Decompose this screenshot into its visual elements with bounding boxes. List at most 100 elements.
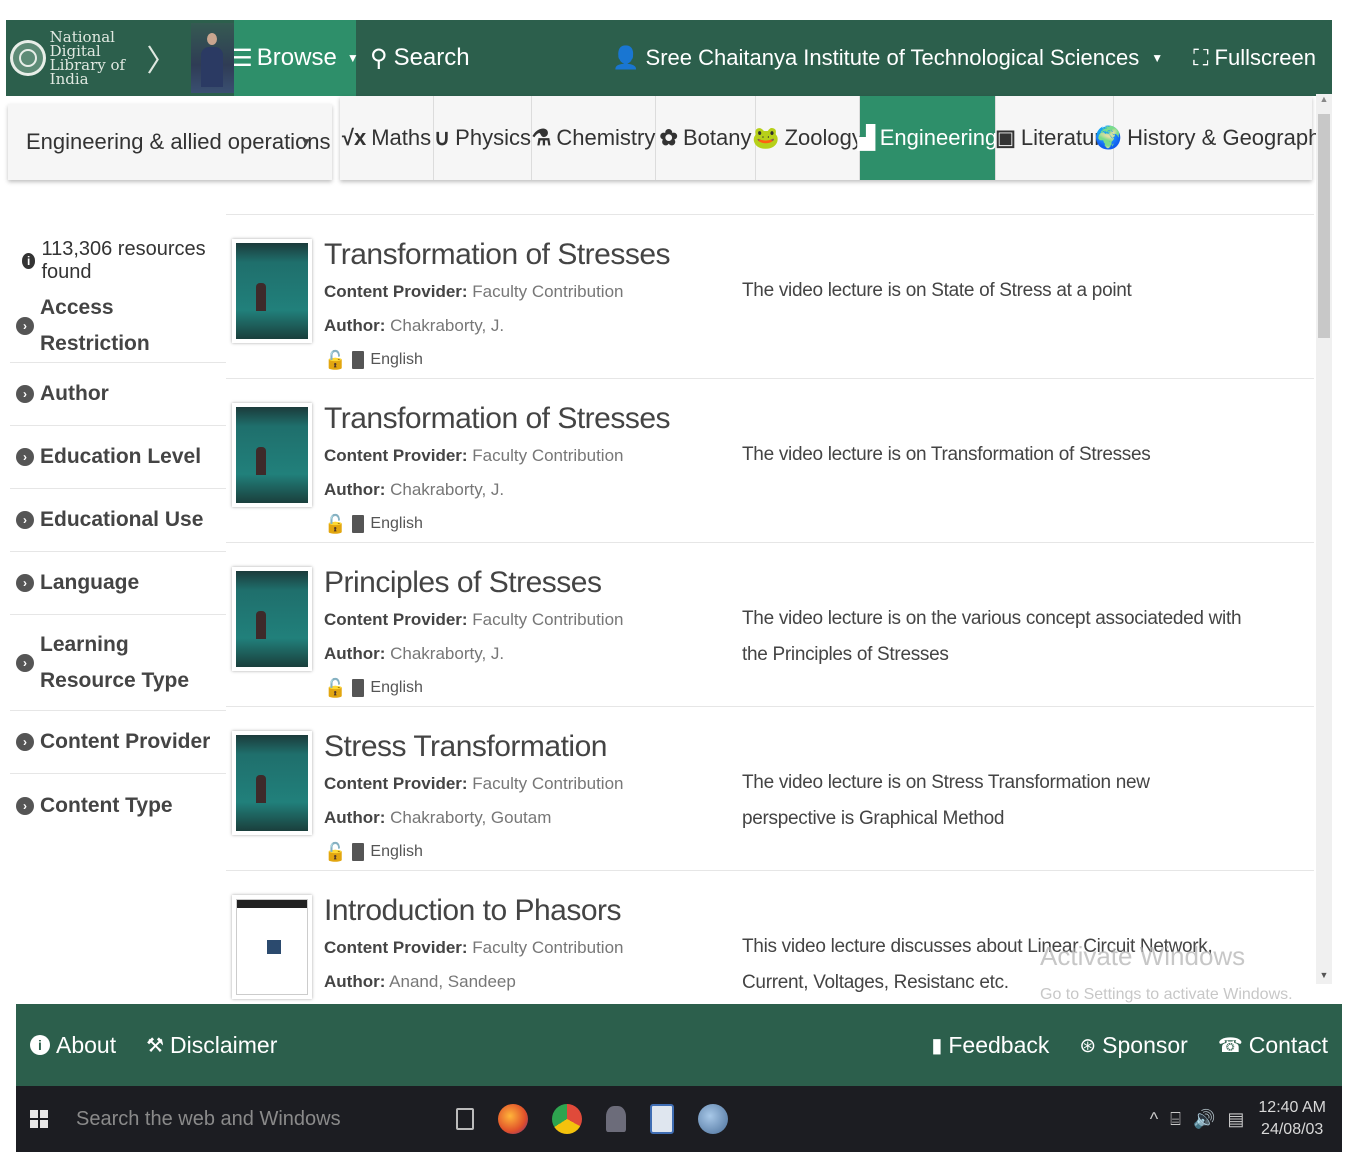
chevron-up-icon[interactable]: ^ xyxy=(1150,1109,1158,1130)
paint-icon[interactable] xyxy=(606,1106,626,1132)
author-value: Chakraborty, J. xyxy=(390,316,505,335)
comment-icon: ▮ xyxy=(931,1034,943,1057)
video-thumbnail[interactable] xyxy=(232,731,312,835)
file-icon xyxy=(352,679,365,697)
result-author: Author: Anand, Sandeep xyxy=(324,965,724,999)
filter-content-type[interactable]: › Content Type xyxy=(10,774,226,837)
result-language: 🔓 English xyxy=(324,835,724,869)
tab-label: Botany xyxy=(682,125,752,150)
caret-down-icon: ▼ xyxy=(1151,51,1164,65)
document-thumbnail[interactable] xyxy=(232,895,312,999)
result-card: Transformation of Stresses Content Provi… xyxy=(226,215,1314,379)
file-icon xyxy=(352,351,365,369)
sponsor-label: Sponsor xyxy=(1102,1031,1188,1058)
tab-botany[interactable]: ✿ Botany xyxy=(656,96,756,180)
unlock-icon: 🔓 xyxy=(324,677,347,698)
fullscreen-button[interactable]: ⛶ Fullscreen xyxy=(1193,45,1332,71)
filter-label: Educational Use xyxy=(40,508,204,531)
result-title-link[interactable]: Stress Transformation xyxy=(324,727,724,767)
scroll-down-arrow-icon[interactable]: ▼ xyxy=(1316,970,1332,984)
filter-language[interactable]: › Language xyxy=(10,552,226,615)
result-title-link[interactable]: Transformation of Stresses xyxy=(324,235,724,275)
fullscreen-icon: ⛶ xyxy=(1193,45,1209,70)
chevron-right-icon: › xyxy=(16,733,34,751)
results-list: Transformation of Stresses Content Provi… xyxy=(226,214,1314,1002)
network-icon[interactable]: ⌸ xyxy=(1170,1109,1181,1130)
scroll-up-arrow-icon[interactable]: ▲ xyxy=(1316,94,1332,108)
chevron-right-icon: 〉 xyxy=(146,45,177,78)
language-value: English xyxy=(370,515,423,532)
contact-link[interactable]: ☎ Contact xyxy=(1218,1032,1328,1059)
user-icon: 👤 xyxy=(612,45,640,70)
result-title-link[interactable]: Transformation of Stresses xyxy=(324,399,724,439)
institution-menu[interactable]: 👤 Sree Chaitanya Institute of Technologi… xyxy=(612,45,1193,71)
filter-content-provider[interactable]: › Content Provider xyxy=(10,711,226,774)
tab-label: Physics xyxy=(455,125,531,150)
result-author: Author: Chakraborty, J. xyxy=(324,309,724,343)
tab-chemistry[interactable]: ⚗ Chemistry xyxy=(532,96,656,180)
provider-label: Content Provider: xyxy=(324,610,468,629)
filter-label: Access Restriction xyxy=(40,296,150,355)
tab-zoology[interactable]: 🐸 Zoology xyxy=(752,96,863,180)
author-label: Author: xyxy=(324,972,386,991)
media-player-icon[interactable] xyxy=(698,1104,728,1134)
firefox-icon[interactable] xyxy=(498,1104,528,1134)
browse-button[interactable]: ☰ Browse ▼ xyxy=(231,20,359,96)
sponsor-link[interactable]: ⊛ Sponsor xyxy=(1079,1032,1187,1059)
search-button[interactable]: ⚲ Search xyxy=(356,20,484,96)
results-scrollbar[interactable]: ▲ ▼ xyxy=(1316,94,1332,984)
filter-educational-use[interactable]: › Educational Use xyxy=(10,489,226,552)
ndli-logo[interactable]: National Digital Library of India 〉 xyxy=(6,20,234,96)
video-thumbnail[interactable] xyxy=(232,403,312,507)
chevron-right-icon: › xyxy=(16,448,34,466)
tab-label: Chemistry xyxy=(556,125,656,150)
provider-label: Content Provider: xyxy=(324,282,468,301)
subject-select[interactable]: Engineering & allied operations ▼ xyxy=(8,104,332,180)
logo-person-image xyxy=(190,23,234,93)
unlock-icon: 🔓 xyxy=(324,513,347,534)
feedback-link[interactable]: ▮ Feedback xyxy=(931,1032,1049,1059)
taskbar-search-input[interactable]: Search the web and Windows xyxy=(76,1108,416,1131)
chrome-icon[interactable] xyxy=(552,1104,582,1134)
provider-label: Content Provider: xyxy=(324,774,468,793)
author-label: Author: xyxy=(324,808,386,827)
tab-physics[interactable]: ∪ Physics xyxy=(434,96,532,180)
filter-education-level[interactable]: › Education Level xyxy=(10,426,226,489)
file-icon xyxy=(352,515,365,533)
filter-author[interactable]: › Author xyxy=(10,363,226,426)
flask-icon: ⚗ xyxy=(531,125,552,150)
task-view-icon[interactable] xyxy=(456,1108,474,1130)
unlock-icon: 🔓 xyxy=(324,841,347,862)
video-thumbnail[interactable] xyxy=(232,567,312,671)
tab-history-geography[interactable]: 🌍 History & Geography xyxy=(1095,96,1332,180)
notification-icon[interactable]: ▤ xyxy=(1227,1109,1244,1130)
disclaimer-link[interactable]: ⚒ Disclaimer xyxy=(146,1032,277,1059)
windows-start-icon[interactable] xyxy=(30,1110,48,1128)
globe-icon: 🌍 xyxy=(1094,125,1123,150)
result-title-link[interactable]: Introduction to Phasors xyxy=(324,891,724,931)
result-language: 🔓 English xyxy=(324,507,724,541)
document-app-icon[interactable] xyxy=(650,1104,674,1134)
about-link[interactable]: i About xyxy=(30,1032,116,1059)
filter-learning-resource-type[interactable]: › Learning Resource Type xyxy=(10,615,226,711)
tab-engineering[interactable]: ▟ Engineering xyxy=(858,96,997,180)
author-value: Chakraborty, J. xyxy=(390,480,505,499)
provider-value: Faculty Contribution xyxy=(472,774,624,793)
provider-label: Content Provider: xyxy=(324,446,468,465)
taskbar-clock[interactable]: 12:40 AM 24/08/03 xyxy=(1258,1097,1326,1141)
provider-value: Faculty Contribution xyxy=(472,446,624,465)
sqrt-icon: √x xyxy=(341,125,367,150)
chevron-right-icon: › xyxy=(16,317,34,335)
feedback-label: Feedback xyxy=(948,1031,1050,1058)
result-title-link[interactable]: Principles of Stresses xyxy=(324,563,724,603)
results-count: i 113,306 resources found xyxy=(10,232,226,290)
top-navbar: National Digital Library of India 〉 ☰ Br… xyxy=(6,20,1332,96)
tab-maths[interactable]: √x Maths xyxy=(340,96,434,180)
volume-icon[interactable]: 🔊 xyxy=(1193,1109,1215,1130)
video-thumbnail[interactable] xyxy=(232,239,312,343)
provider-value: Faculty Contribution xyxy=(472,938,624,957)
filter-access-restriction[interactable]: › Access Restriction xyxy=(10,290,226,363)
tab-label: Zoology xyxy=(784,125,863,150)
scroll-thumb[interactable] xyxy=(1318,114,1330,338)
phone-icon: ☎ xyxy=(1217,1034,1243,1057)
